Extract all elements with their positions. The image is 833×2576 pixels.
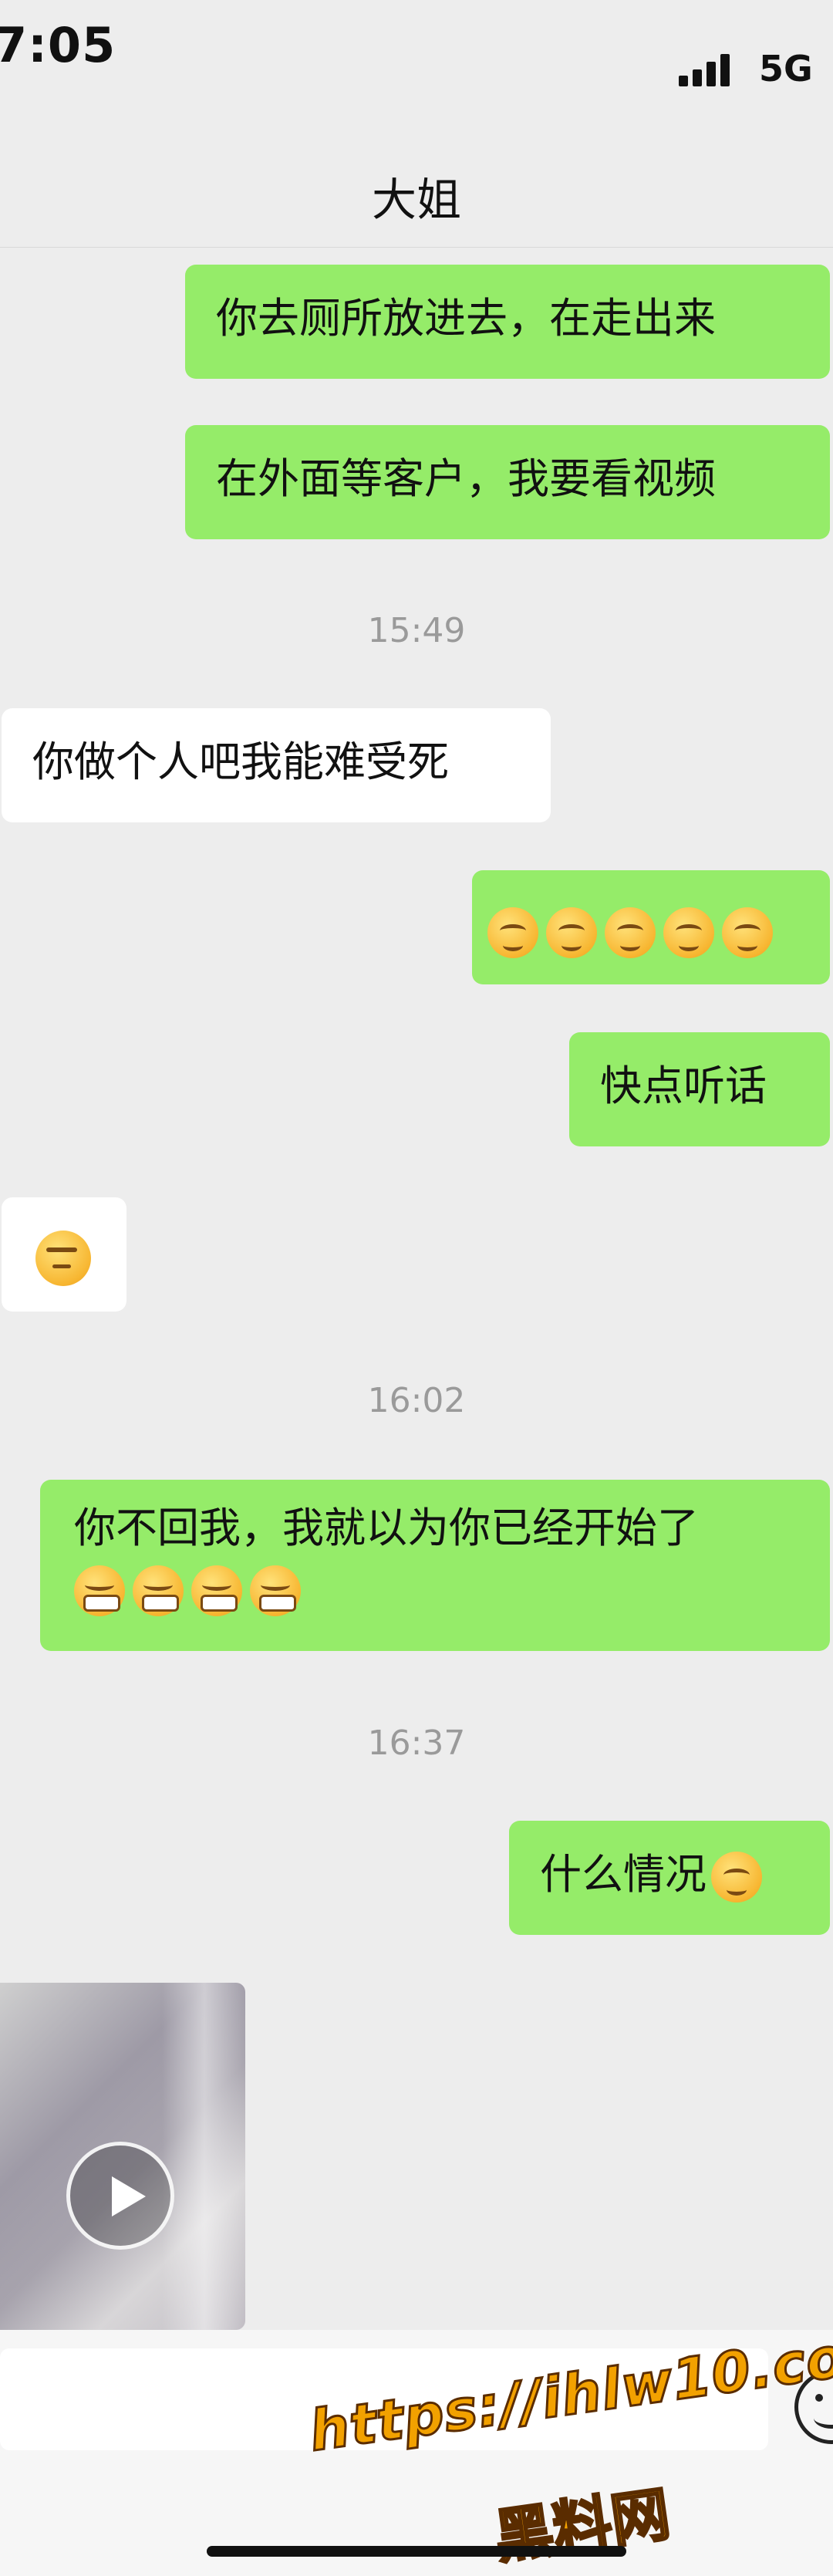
message-bubble-sent[interactable] <box>472 870 830 984</box>
grimacing-face-icon <box>191 1565 242 1617</box>
chat-header: 大姐 <box>0 139 833 248</box>
smiling-face-icon <box>711 1852 762 1903</box>
smiling-face-icon <box>487 907 538 959</box>
message-timestamp: 16:02 <box>367 1381 466 1420</box>
smiling-face-icon <box>546 907 597 959</box>
message-text: 你做个人吧我能难受死 <box>32 738 449 786</box>
unamused-face-icon <box>35 1231 91 1287</box>
message-text: 你去厕所放进去，在走出来 <box>216 294 716 343</box>
network-label: 5G <box>759 48 813 89</box>
message-bubble-sent[interactable]: 快点听话 <box>569 1032 830 1146</box>
video-thumbnail-highlight <box>162 1983 245 2330</box>
message-text: 快点听话 <box>600 1062 767 1110</box>
message-timestamp: 15:49 <box>367 611 466 650</box>
message-bubble-received[interactable]: 你做个人吧我能难受死 <box>2 708 551 822</box>
message-text: 在外面等客户，我要看视频 <box>216 454 716 503</box>
message-bubble-sent[interactable]: 你去厕所放进去，在走出来 <box>185 265 830 379</box>
grimacing-face-icon <box>133 1565 184 1617</box>
message-bubble-received[interactable] <box>2 1197 126 1312</box>
message-timestamp: 16:37 <box>367 1724 466 1763</box>
smiling-face-icon <box>605 907 656 959</box>
smiling-face-icon <box>663 907 714 959</box>
message-text: 你不回我，我就以为你已经开始了 <box>74 1504 699 1552</box>
message-text: 什么情况 <box>540 1850 707 1899</box>
status-time: 7:05 <box>0 17 116 73</box>
message-bubble-sent[interactable]: 什么情况 <box>509 1821 830 1935</box>
status-bar: 7:05 5G <box>0 0 833 123</box>
home-indicator[interactable] <box>207 2546 626 2557</box>
grimacing-face-icon <box>250 1565 301 1617</box>
video-message-thumbnail[interactable] <box>0 1983 245 2330</box>
chat-title[interactable]: 大姐 <box>0 164 833 228</box>
play-icon[interactable] <box>66 2142 174 2250</box>
message-bubble-sent[interactable]: 在外面等客户，我要看视频 <box>185 425 830 539</box>
smiling-face-icon <box>722 907 773 959</box>
signal-icon <box>679 52 740 86</box>
grimacing-face-icon <box>74 1565 125 1617</box>
message-bubble-sent[interactable]: 你不回我，我就以为你已经开始了 <box>40 1480 830 1651</box>
